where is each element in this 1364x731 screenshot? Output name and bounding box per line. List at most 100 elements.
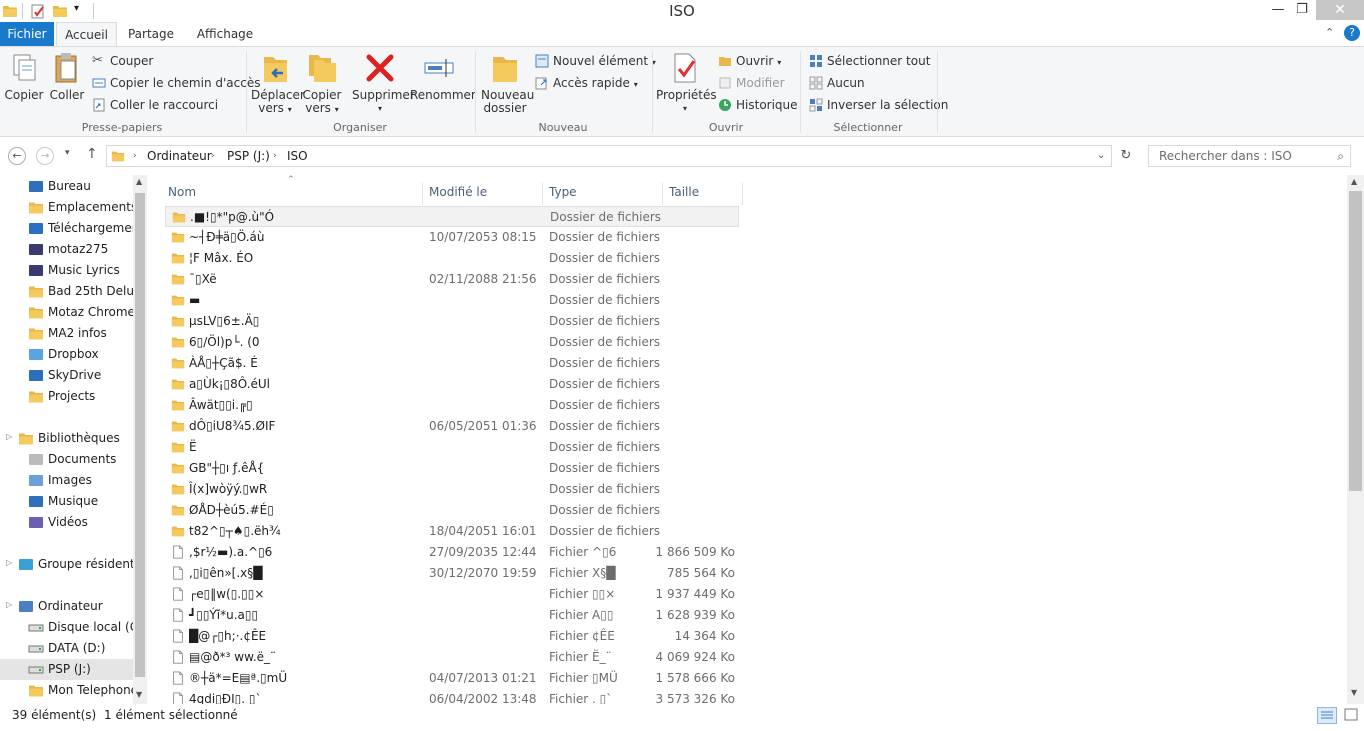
breadcrumb-current[interactable]: ISO bbox=[287, 146, 308, 166]
back-button[interactable]: ← bbox=[8, 147, 26, 165]
nav-item[interactable]: Groupe résidentie bbox=[0, 554, 133, 575]
search-input[interactable]: Rechercher dans : ISO ⌕ bbox=[1148, 145, 1351, 167]
nav-item[interactable]: Emplacements bbox=[0, 197, 133, 218]
file-row[interactable]: Âwät▯▯i.╔▯ Dossier de fichiers bbox=[165, 395, 739, 416]
scroll-up-icon[interactable]: ▲ bbox=[1351, 177, 1357, 186]
expand-arrow-icon[interactable]: ▷ bbox=[6, 558, 12, 567]
file-row[interactable]: ~┤Ð╪ä▯Ö.áù 10/07/2053 08:15 Dossier de fic… bbox=[165, 227, 739, 248]
file-row[interactable]: 4qdi▯ÐI▯. ▯` 06/04/2002 13:48 Fichier . ▯`… bbox=[165, 689, 739, 704]
column-divider[interactable] bbox=[422, 183, 423, 205]
tab-home[interactable]: Accueil bbox=[56, 22, 117, 47]
file-row[interactable]: t82^▯┬♠▯.ëh¾ 18/04/2051 16:01 Dossier de f… bbox=[165, 521, 739, 542]
tab-view[interactable]: Affichage bbox=[190, 22, 260, 46]
easy-access-button[interactable]: Accès rapide ▾ bbox=[535, 74, 638, 92]
details-view-button[interactable] bbox=[1317, 707, 1337, 724]
nav-scrollbar[interactable]: ▲ ▼ bbox=[133, 175, 147, 704]
nav-item[interactable]: Motaz Chrome bbox=[0, 302, 133, 323]
column-header-size[interactable]: Taille bbox=[669, 180, 699, 204]
nav-item[interactable]: Dropbox bbox=[0, 344, 133, 365]
copy-to-button[interactable]: Copier vers ▾ bbox=[302, 51, 342, 116]
file-row[interactable]: ˉ▯Xë 02/11/2088 21:56 Dossier de fichiers bbox=[165, 269, 739, 290]
nav-item[interactable]: Projects bbox=[0, 386, 133, 407]
maximize-button[interactable]: ❐ bbox=[1288, 0, 1316, 20]
nav-item[interactable]: Vidéos bbox=[0, 512, 133, 533]
file-row[interactable]: dÔ▯iU8¾5.ØIF 06/05/2051 01:36 Dossier de f… bbox=[165, 416, 739, 437]
breadcrumb-computer[interactable]: Ordinateur bbox=[147, 146, 212, 166]
nav-item[interactable]: Musique bbox=[0, 491, 133, 512]
column-header-date[interactable]: Modifié le bbox=[429, 180, 487, 204]
large-icons-view-button[interactable] bbox=[1342, 707, 1362, 724]
nav-item[interactable]: Bureau bbox=[0, 176, 133, 197]
column-divider[interactable] bbox=[742, 183, 743, 205]
breadcrumb-drive[interactable]: PSP (J:) bbox=[227, 146, 270, 166]
nav-item[interactable]: PSP (J:) bbox=[0, 659, 133, 680]
nav-item[interactable]: Images bbox=[0, 470, 133, 491]
nav-item[interactable]: Bibliothèques bbox=[0, 428, 133, 449]
history-button[interactable]: Historique bbox=[718, 96, 798, 114]
nav-item[interactable]: Téléchargemen bbox=[0, 218, 133, 239]
recent-locations-icon[interactable]: ▾ bbox=[65, 148, 70, 158]
nav-item[interactable]: DATA (D:) bbox=[0, 638, 133, 659]
file-row[interactable]: GB"┼▯ı ƒ.êÅ{Dossier de fichiers bbox=[165, 458, 739, 479]
file-row[interactable]: µsLV▯6±.Ä▯ Dossier de fichiers bbox=[165, 311, 739, 332]
expand-arrow-icon[interactable]: ▷ bbox=[6, 432, 12, 441]
nav-item[interactable]: Disque local (C: bbox=[0, 617, 133, 638]
file-row[interactable]: ,$r½▬).a.^▯6 27/09/2035 12:44 Fichier ^▯6 1… bbox=[165, 542, 739, 563]
invert-selection-button[interactable]: Inverser la sélection bbox=[809, 96, 948, 114]
open-button[interactable]: Ouvrir ▾ bbox=[718, 52, 781, 70]
nav-item[interactable]: Documents bbox=[0, 449, 133, 470]
tab-share[interactable]: Partage bbox=[122, 22, 180, 46]
file-row[interactable]: ▬ Dossier de fichiers bbox=[165, 290, 739, 311]
chevron-right-icon[interactable]: › bbox=[133, 146, 137, 166]
list-scrollbar[interactable]: ▲ ▼ bbox=[1347, 175, 1364, 704]
nav-item[interactable]: Bad 25th Deluxe bbox=[0, 281, 133, 302]
file-row[interactable]: ┛▯▯Ýĭ̈*u.a▯▯ Fichier A▯▯ 1 628 939 Ko bbox=[165, 605, 739, 626]
forward-button[interactable]: → bbox=[36, 147, 54, 165]
column-divider[interactable] bbox=[542, 183, 543, 205]
scroll-down-icon[interactable]: ▼ bbox=[136, 690, 142, 699]
column-divider[interactable] bbox=[662, 183, 663, 205]
file-row[interactable]: █@┌▯h;·.¢ÊE Fichier ¢ÊE 14 364 Ko bbox=[165, 626, 739, 647]
file-row[interactable]: ▤@ð*³ ww.ë_¨ Fichier Ë_¨ 4 069 924 Ko bbox=[165, 647, 739, 668]
paste-shortcut-button[interactable]: Coller le raccourci bbox=[92, 96, 218, 114]
file-row[interactable]: ÀÅ▯┼Çã$. É Dossier de fichiers bbox=[165, 353, 739, 374]
chevron-down-icon[interactable]: ⌄ bbox=[1097, 146, 1105, 166]
file-row[interactable]: ,▯i▯ên»[.x§█ 30/12/2070 19:59 Fichier X§█ 7… bbox=[165, 563, 739, 584]
file-row[interactable]: a▯Ùk¡▯8Ô.éUl Dossier de fichiers bbox=[165, 374, 739, 395]
file-row[interactable]: 6▯/Öl)p└. (0 Dossier de fichiers bbox=[165, 332, 739, 353]
nav-item[interactable]: MA2 infos bbox=[0, 323, 133, 344]
copy-button[interactable]: Copier bbox=[4, 51, 44, 102]
file-row[interactable]: ¦F Mâx. ÉO Dossier de fichiers bbox=[165, 248, 739, 269]
nav-item[interactable]: Music Lyrics bbox=[0, 260, 133, 281]
collapse-ribbon-icon[interactable]: ⌃ bbox=[1325, 26, 1334, 39]
nav-item[interactable]: motaz275 bbox=[0, 239, 133, 260]
scroll-up-icon[interactable]: ▲ bbox=[136, 177, 142, 186]
nav-item[interactable]: SkyDrive bbox=[0, 365, 133, 386]
properties-button[interactable]: Propriétés ▾ bbox=[656, 51, 717, 115]
delete-button[interactable]: Supprimer ▾ bbox=[352, 51, 415, 115]
list-scrollbar-thumb[interactable] bbox=[1349, 191, 1362, 491]
new-folder-button[interactable]: Nouveau dossier bbox=[481, 51, 534, 115]
chevron-right-icon[interactable]: › bbox=[211, 146, 215, 166]
column-header-type[interactable]: Type bbox=[549, 180, 577, 204]
nav-scrollbar-thumb[interactable] bbox=[135, 193, 145, 677]
select-none-button[interactable]: Aucun bbox=[809, 74, 865, 92]
expand-arrow-icon[interactable]: ▷ bbox=[6, 600, 12, 609]
file-row[interactable]: ┌e▯‖w(▯.▯▯× Fichier ▯▯× 1 937 449 Ko bbox=[165, 584, 739, 605]
refresh-button[interactable]: ↻ bbox=[1116, 147, 1136, 167]
column-header-name[interactable]: Nom bbox=[168, 180, 196, 204]
scroll-down-icon[interactable]: ▼ bbox=[1351, 688, 1357, 697]
up-button[interactable]: ↑ bbox=[86, 146, 98, 162]
help-icon[interactable]: ? bbox=[1344, 25, 1360, 41]
close-button[interactable]: ✕ bbox=[1316, 0, 1364, 20]
file-row[interactable]: ØÅD┼èú5.#É▯ Dossier de fichiers bbox=[165, 500, 739, 521]
file-row[interactable]: Î(x]wòÿý.▯wR Dossier de fichiers bbox=[165, 479, 739, 500]
nav-item[interactable]: Mon Telephone bbox=[0, 680, 133, 701]
file-row[interactable]: ®┼ä*=E▤ª.▯mÜ 04/07/2013 01:21 Fichier ▯MÜ 1… bbox=[165, 668, 739, 689]
paste-button[interactable]: Coller bbox=[48, 51, 86, 102]
copy-path-button[interactable]: Copier le chemin d'accès bbox=[92, 74, 260, 92]
file-row[interactable]: Ë Dossier de fichiers bbox=[165, 437, 739, 458]
tab-file[interactable]: Fichier bbox=[0, 22, 54, 46]
search-icon[interactable]: ⌕ bbox=[1337, 146, 1344, 166]
nav-item[interactable]: Ordinateur bbox=[0, 596, 133, 617]
